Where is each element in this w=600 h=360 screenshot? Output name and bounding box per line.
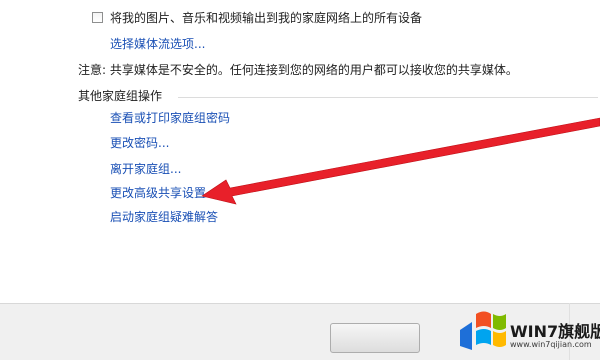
- other-homegroup-actions-heading: 其他家庭组操作: [78, 89, 163, 103]
- watermark-brand: WIN7旗舰版: [510, 322, 600, 341]
- change-password-link[interactable]: 更改密码...: [110, 135, 169, 151]
- windows-logo-icon: [460, 311, 506, 350]
- view-print-homegroup-password-link[interactable]: 查看或打印家庭组密码: [110, 110, 230, 126]
- security-notice: 注意: 共享媒体是不安全的。任何连接到您的网络的用户都可以接收您的共享媒体。: [78, 63, 518, 77]
- leave-homegroup-link[interactable]: 离开家庭组...: [110, 161, 181, 177]
- share-media-label: 将我的图片、音乐和视频输出到我的家庭网络上的所有设备: [110, 11, 423, 25]
- win7-watermark: WIN7旗舰版 www.win7qijian.com: [458, 302, 600, 358]
- section-divider: [178, 97, 598, 98]
- save-changes-button[interactable]: [330, 323, 420, 353]
- start-homegroup-troubleshooter-link[interactable]: 启动家庭组疑难解答: [110, 209, 218, 225]
- red-arrow-icon: [201, 117, 600, 205]
- change-advanced-sharing-settings-link[interactable]: 更改高级共享设置...: [110, 185, 217, 201]
- choose-media-streaming-options-link[interactable]: 选择媒体流选项...: [110, 36, 205, 52]
- share-media-checkbox[interactable]: [92, 12, 103, 23]
- watermark-url: www.win7qijian.com: [510, 340, 592, 349]
